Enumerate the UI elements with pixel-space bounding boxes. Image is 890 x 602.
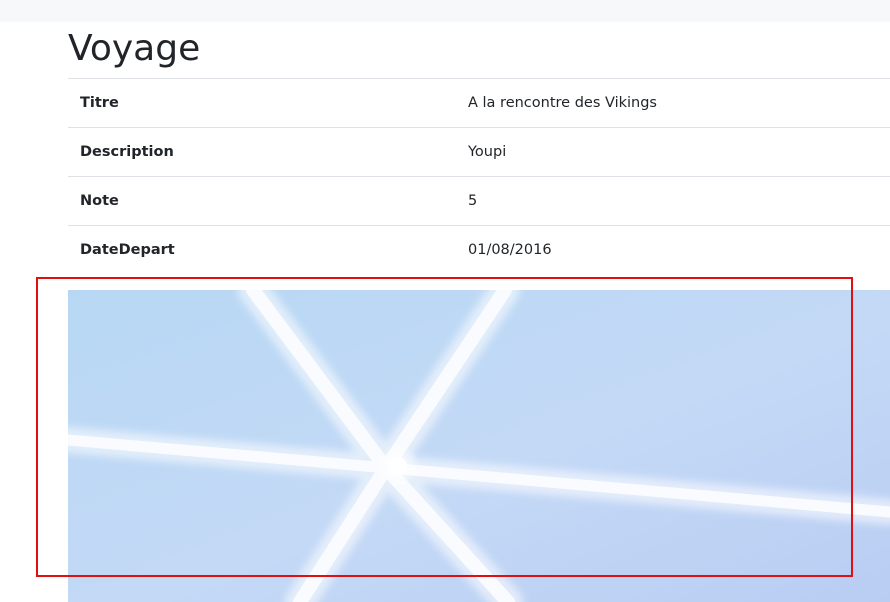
row-label-titre: Titre (80, 95, 119, 111)
row-label-datedepart: DateDepart (80, 242, 175, 259)
details-table: Titre A la rencontre des Vikings Descrip… (68, 78, 890, 275)
table-row: Description Youpi (68, 127, 890, 177)
row-label-note: Note (80, 193, 119, 209)
page-title: Voyage (68, 28, 201, 69)
voyage-photo (68, 290, 890, 602)
table-row: Note 5 (68, 176, 890, 226)
row-value-note: 5 (468, 193, 478, 209)
top-navbar (0, 0, 890, 22)
row-value-datedepart: 01/08/2016 (468, 242, 552, 259)
table-row: DateDepart 01/08/2016 (68, 225, 890, 275)
row-value-description: Youpi (468, 144, 507, 160)
row-label-description: Description (80, 144, 174, 160)
row-value-titre: A la rencontre des Vikings (468, 95, 657, 111)
table-row: Titre A la rencontre des Vikings (68, 78, 890, 128)
